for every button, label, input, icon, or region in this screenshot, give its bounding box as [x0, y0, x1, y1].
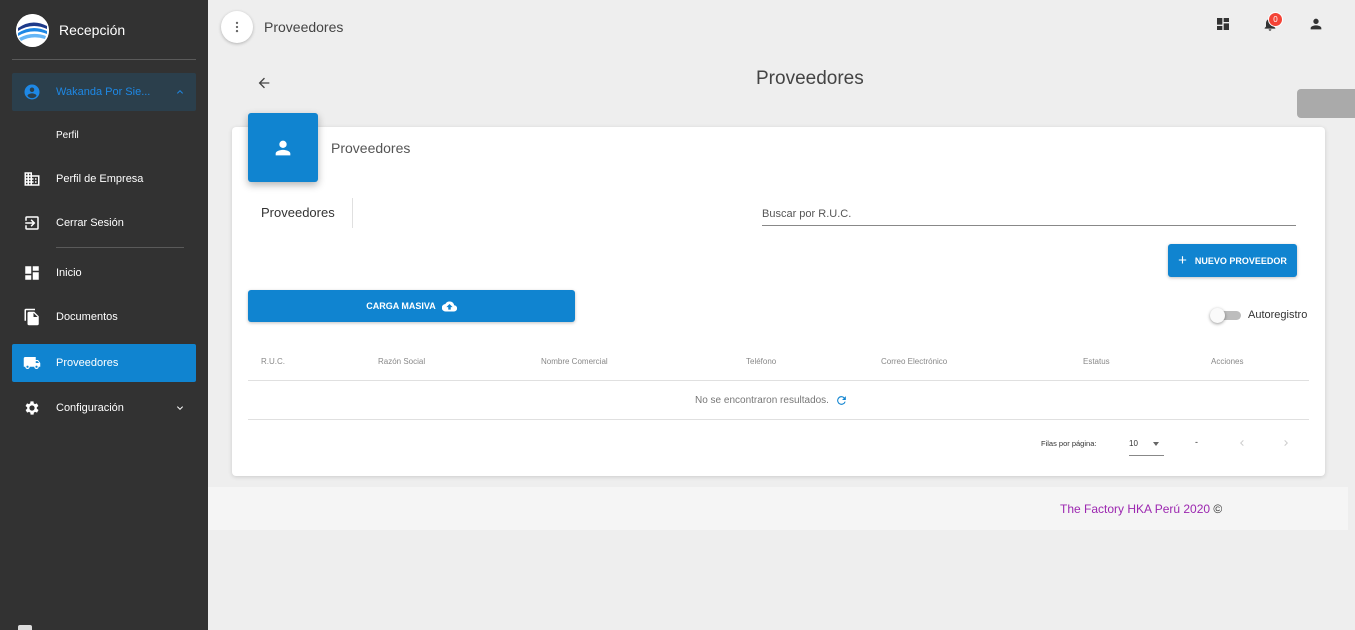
column-header-razon-social[interactable]: Razón Social	[378, 357, 425, 366]
sidebar-item-documentos[interactable]: Documentos	[12, 298, 196, 336]
pagination-range: -	[1195, 437, 1198, 447]
sidebar-item-perfil[interactable]: Perfil	[56, 130, 79, 141]
column-header-nombre-comercial[interactable]: Nombre Comercial	[541, 357, 608, 366]
sidebar-item-configuracion[interactable]: Configuración	[12, 389, 196, 427]
person-icon	[275, 140, 291, 155]
bulk-upload-label: CARGA MASIVA	[366, 301, 436, 311]
card-header-icon	[248, 113, 318, 182]
tab-proveedores[interactable]: Proveedores	[261, 205, 335, 220]
more-vertical-icon	[235, 21, 239, 33]
topbar-title: Proveedores	[264, 19, 344, 35]
rows-per-page-value: 10	[1129, 439, 1138, 448]
caret-down-icon	[1153, 442, 1159, 446]
empty-results: No se encontraron resultados.	[695, 394, 848, 407]
sidebar-divider	[56, 247, 184, 248]
exit-icon	[22, 213, 42, 233]
new-supplier-label: NUEVO PROVEEDOR	[1194, 255, 1287, 266]
table-divider	[248, 419, 1309, 420]
person-icon[interactable]	[1308, 16, 1324, 32]
sidebar-item-label: Configuración	[56, 402, 124, 414]
next-page-button[interactable]	[1280, 436, 1292, 448]
rows-per-page-select[interactable]: 10	[1129, 434, 1164, 456]
column-header-acciones: Acciones	[1211, 357, 1244, 366]
sidebar-item-perfil-empresa[interactable]: Perfil de Empresa	[12, 160, 196, 198]
dashboard-icon	[22, 263, 42, 283]
sidebar-item-label: Inicio	[56, 267, 82, 279]
autoregistro-toggle[interactable]	[1210, 308, 1242, 323]
document-icon	[22, 307, 42, 327]
column-header-correo[interactable]: Correo Electrónico	[881, 357, 947, 366]
footer-text: The Factory HKA Perú 2020 ©	[1060, 502, 1222, 516]
sidebar-divider	[12, 59, 196, 60]
sidebar-item-cerrar-sesion[interactable]: Cerrar Sesión	[12, 204, 196, 242]
column-header-telefono[interactable]: Teléfono	[746, 357, 776, 366]
truck-icon	[22, 353, 42, 373]
column-header-estatus[interactable]: Estatus	[1083, 357, 1110, 366]
refresh-icon[interactable]	[835, 394, 848, 407]
sidebar-item-proveedores[interactable]: Proveedores	[12, 344, 196, 382]
table-divider	[248, 380, 1309, 381]
sidebar-user-menu[interactable]: Wakanda Por Sie...	[12, 73, 196, 111]
notification-badge: 0	[1268, 12, 1283, 27]
footer-company: The Factory HKA Perú 2020	[1060, 502, 1211, 516]
cloud-upload-icon	[441, 300, 457, 312]
toggle-knob	[1210, 308, 1225, 323]
sidebar-item-label: Perfil de Empresa	[56, 173, 144, 185]
dashboard-icon[interactable]	[1215, 16, 1231, 32]
brand-name: Recepción	[59, 22, 126, 38]
side-panel-tab[interactable]	[1297, 89, 1355, 118]
footer-copyright: ©	[1213, 502, 1223, 516]
sidebar-item-label: Documentos	[56, 311, 118, 323]
building-icon	[22, 169, 42, 189]
sidebar-item-label: Cerrar Sesión	[56, 217, 124, 229]
empty-results-text: No se encontraron resultados.	[695, 395, 829, 406]
tab-separator	[352, 198, 353, 228]
chevron-down-icon	[174, 402, 186, 414]
rows-per-page-label: Filas por página:	[1041, 439, 1097, 448]
bulk-upload-button[interactable]: CARGA MASIVA	[248, 290, 575, 322]
sidebar-item-label: Proveedores	[56, 357, 119, 369]
account-circle-icon	[22, 82, 42, 102]
sidebar-user-name: Wakanda Por Sie...	[56, 86, 151, 98]
plus-icon: +	[1178, 252, 1187, 269]
gear-icon	[22, 398, 42, 418]
column-header-ruc[interactable]: R.U.C.	[261, 357, 285, 366]
search-ruc-input[interactable]	[762, 203, 1296, 226]
autoregistro-label: Autoregistro	[1248, 309, 1308, 321]
chevron-left-icon	[1240, 440, 1244, 446]
chevron-right-icon	[1284, 440, 1288, 446]
chevron-up-icon	[174, 86, 186, 98]
card-title: Proveedores	[331, 140, 411, 156]
sidebar-item-inicio[interactable]: Inicio	[12, 254, 196, 292]
page-title: Proveedores	[756, 68, 864, 89]
brand[interactable]: Recepción	[16, 12, 196, 48]
sidebar-bottom-icon	[18, 625, 32, 630]
brand-logo-icon	[16, 13, 49, 47]
more-options-button[interactable]	[221, 11, 253, 43]
sidebar: Recepción Wakanda Por Sie... Perfil Perf…	[0, 0, 208, 630]
previous-page-button[interactable]	[1236, 436, 1248, 448]
new-supplier-button[interactable]: + NUEVO PROVEEDOR	[1168, 244, 1297, 277]
back-arrow-icon[interactable]	[256, 75, 272, 91]
